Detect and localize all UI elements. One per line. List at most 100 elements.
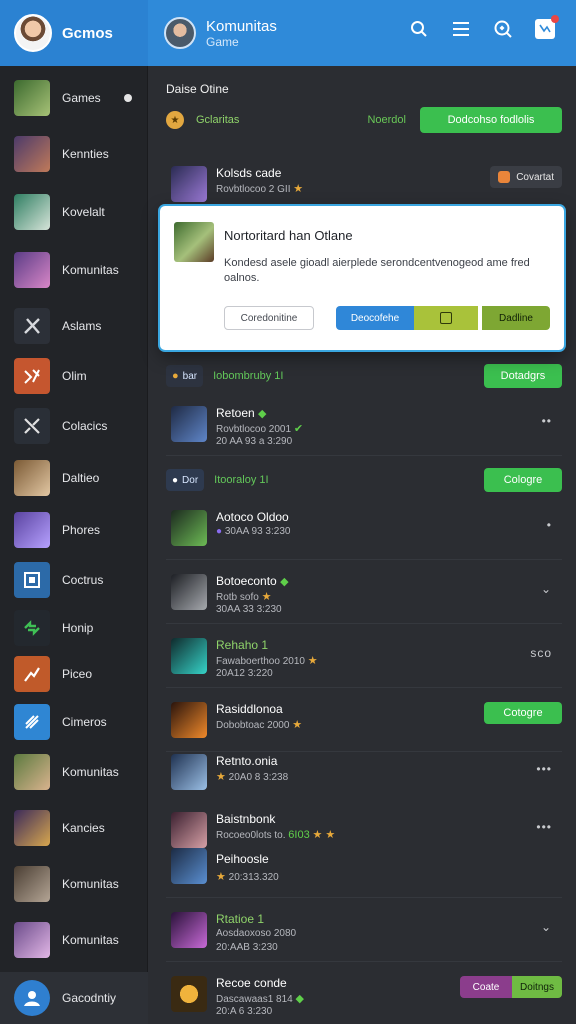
- split-left-button[interactable]: Coate: [460, 976, 512, 998]
- item-name: Botoeconto ◆: [216, 574, 289, 588]
- sidebar-item-kancies[interactable]: Kancies: [0, 802, 148, 854]
- notification-badge: [551, 15, 559, 23]
- sidebar-label: Cimeros: [62, 715, 107, 729]
- more-text[interactable]: sco: [530, 646, 552, 660]
- sidebar-item-piceo[interactable]: Piceo: [0, 648, 148, 700]
- sidebar-footer[interactable]: Gacodntiy: [0, 972, 148, 1024]
- item-timestamp: ★ 20:313.320: [216, 871, 279, 883]
- game-thumbnail: [171, 166, 207, 202]
- sidebar-label: Kovelalt: [62, 205, 105, 219]
- status-button[interactable]: Cotogre: [484, 702, 562, 724]
- sidebar-item-colacics[interactable]: Colacics: [0, 400, 148, 452]
- rocket-icon: [14, 704, 50, 740]
- primary-action-button[interactable]: Dodcohso fodlolis: [420, 107, 562, 133]
- game-thumbnail: [14, 252, 50, 288]
- modal-title: Nortoritard han Otlane: [224, 228, 353, 243]
- list-item[interactable]: Rtatioe 1 Aosdaoxoso 2080 20:AAB 3:230 ⌄: [166, 898, 562, 962]
- menu-icon[interactable]: [450, 18, 472, 40]
- group-label: Itooraloy 1I: [214, 474, 269, 486]
- sidebar-item-games[interactable]: Games: [0, 72, 148, 124]
- split-right-button[interactable]: Doitngs: [512, 976, 562, 998]
- game-thumbnail: [171, 574, 207, 610]
- brand-area[interactable]: Gcmos: [0, 0, 148, 66]
- status-icon: [498, 171, 511, 183]
- user-avatar[interactable]: [14, 14, 52, 52]
- game-thumbnail: [14, 512, 50, 548]
- sidebar-label: Komunitas: [62, 933, 119, 947]
- coin-icon: ●: [172, 370, 179, 382]
- item-timestamp: ● 30AA 93 3:230: [216, 526, 291, 537]
- item-name: Kolsds cade: [216, 166, 282, 180]
- item-subtitle: Dascawaas1 814 ◆: [216, 993, 304, 1005]
- more-options-icon[interactable]: ••: [542, 414, 552, 428]
- filter-mode[interactable]: Noerdol: [367, 114, 406, 126]
- list-item[interactable]: Recoe conde Dascawaas1 814 ◆ 20:A 6 3:23…: [166, 962, 562, 1024]
- list-item[interactable]: Baistnbonk Rocoeo0lots to. 6I03 ★ ★ ••• …: [166, 798, 562, 898]
- item-subtitle: Rotb sofo ★: [216, 591, 272, 603]
- group-header: ● bar Iobombruby 1I Dotadgrs: [166, 364, 562, 388]
- game-thumbnail: [171, 638, 207, 674]
- sidebar-item-phores[interactable]: Phores: [0, 504, 148, 556]
- sidebar-item-kovelalt[interactable]: Kovelalt: [0, 186, 148, 238]
- item-timestamp: 30AA 33 3:230: [216, 604, 282, 615]
- chevron-down-icon[interactable]: ⌄: [541, 582, 552, 596]
- filter-row: ★ Gclaritas Noerdol Dodcohso fodlolis: [166, 106, 562, 134]
- item-timestamp: 20 AA 93 a 3:290: [216, 436, 293, 447]
- community-avatar[interactable]: [164, 17, 196, 49]
- game-thumbnail: [14, 754, 50, 790]
- split-action-button[interactable]: Coate Doitngs: [460, 976, 562, 998]
- tools-icon: [14, 308, 50, 344]
- notification-icon[interactable]: [534, 15, 559, 40]
- sidebar-item-kennties[interactable]: Kennties: [0, 128, 148, 180]
- sidebar-item-komunitas-3[interactable]: Komunitas: [0, 858, 148, 910]
- star-icon: ★: [293, 183, 304, 195]
- sidebar-item-daltieo[interactable]: Daltieo: [0, 452, 148, 504]
- sidebar-item-cimeros[interactable]: Cimeros: [0, 696, 148, 748]
- sidebar-item-honip[interactable]: Honip: [0, 602, 148, 654]
- checkbox-button[interactable]: [414, 306, 478, 330]
- game-thumbnail: [14, 922, 50, 958]
- search-icon[interactable]: [408, 18, 430, 40]
- notification-box: [535, 15, 559, 39]
- more-options-icon[interactable]: •: [547, 518, 552, 532]
- sidebar-item-olim[interactable]: Olim: [0, 350, 148, 402]
- group-header: ● Dor Itooraloy 1I Cologre: [166, 468, 562, 492]
- status-button[interactable]: Covartat: [490, 166, 562, 188]
- sidebar-item-komunitas-2[interactable]: Komunitas: [0, 746, 148, 798]
- coin-icon: ★: [166, 111, 184, 129]
- sidebar-item-komunitas-4[interactable]: Komunitas: [0, 914, 148, 966]
- confirm-button[interactable]: Deocofehe: [336, 306, 414, 330]
- more-options-icon[interactable]: •••: [536, 820, 552, 834]
- sidebar-label: Komunitas: [62, 263, 119, 277]
- group-chip[interactable]: ● bar: [166, 365, 204, 387]
- brand-name: Gcmos: [62, 24, 113, 42]
- item-name: Recoe conde: [216, 976, 287, 990]
- more-options-icon[interactable]: ⌄: [541, 920, 552, 934]
- item-subtitle: Rovbtlocoo 2001 ✔: [216, 423, 304, 435]
- game-thumbnail: [14, 866, 50, 902]
- sidebar-item-aslams[interactable]: Aslams: [0, 300, 148, 352]
- game-thumbnail: [171, 406, 207, 442]
- list-item[interactable]: Aotoco Oldoo ● 30AA 93 3:230 •: [166, 496, 562, 560]
- list-item[interactable]: Retoen ◆ Rovbtlocoo 2001 ✔ 20 AA 93 a 3:…: [166, 392, 562, 456]
- page-title: Komunitas: [206, 17, 277, 35]
- puzzle-icon: [14, 358, 50, 394]
- discover-icon[interactable]: [492, 18, 514, 40]
- secondary-button[interactable]: Coredonitine: [224, 306, 314, 330]
- list-item[interactable]: Retnto.onia ★ 20A0 8 3:238 •••: [166, 740, 562, 804]
- list-item[interactable]: Botoeconto ◆ Rotb sofo ★ 30AA 33 3:230 ⌄: [166, 560, 562, 624]
- sidebar-label: Games: [62, 91, 101, 105]
- game-thumbnail: [171, 912, 207, 948]
- sidebar-item-komunitas[interactable]: Komunitas: [0, 244, 148, 296]
- group-action-button[interactable]: Cologre: [484, 468, 562, 492]
- sidebar-label: Komunitas: [62, 877, 119, 891]
- sidebar-item-coctrus[interactable]: Coctrus: [0, 554, 148, 606]
- decline-button[interactable]: Dadline: [482, 306, 550, 330]
- profile-icon: [14, 980, 50, 1016]
- filter-label[interactable]: Gclaritas: [196, 114, 239, 126]
- group-chip[interactable]: ● Dor: [166, 469, 205, 491]
- sidebar-label: Colacics: [62, 419, 108, 433]
- group-action-button[interactable]: Dotadgrs: [484, 364, 562, 388]
- more-options-icon[interactable]: •••: [536, 762, 552, 776]
- list-item[interactable]: Rehaho 1 Fawaboerthoo 2010 ★ 20A12 3:220…: [166, 624, 562, 688]
